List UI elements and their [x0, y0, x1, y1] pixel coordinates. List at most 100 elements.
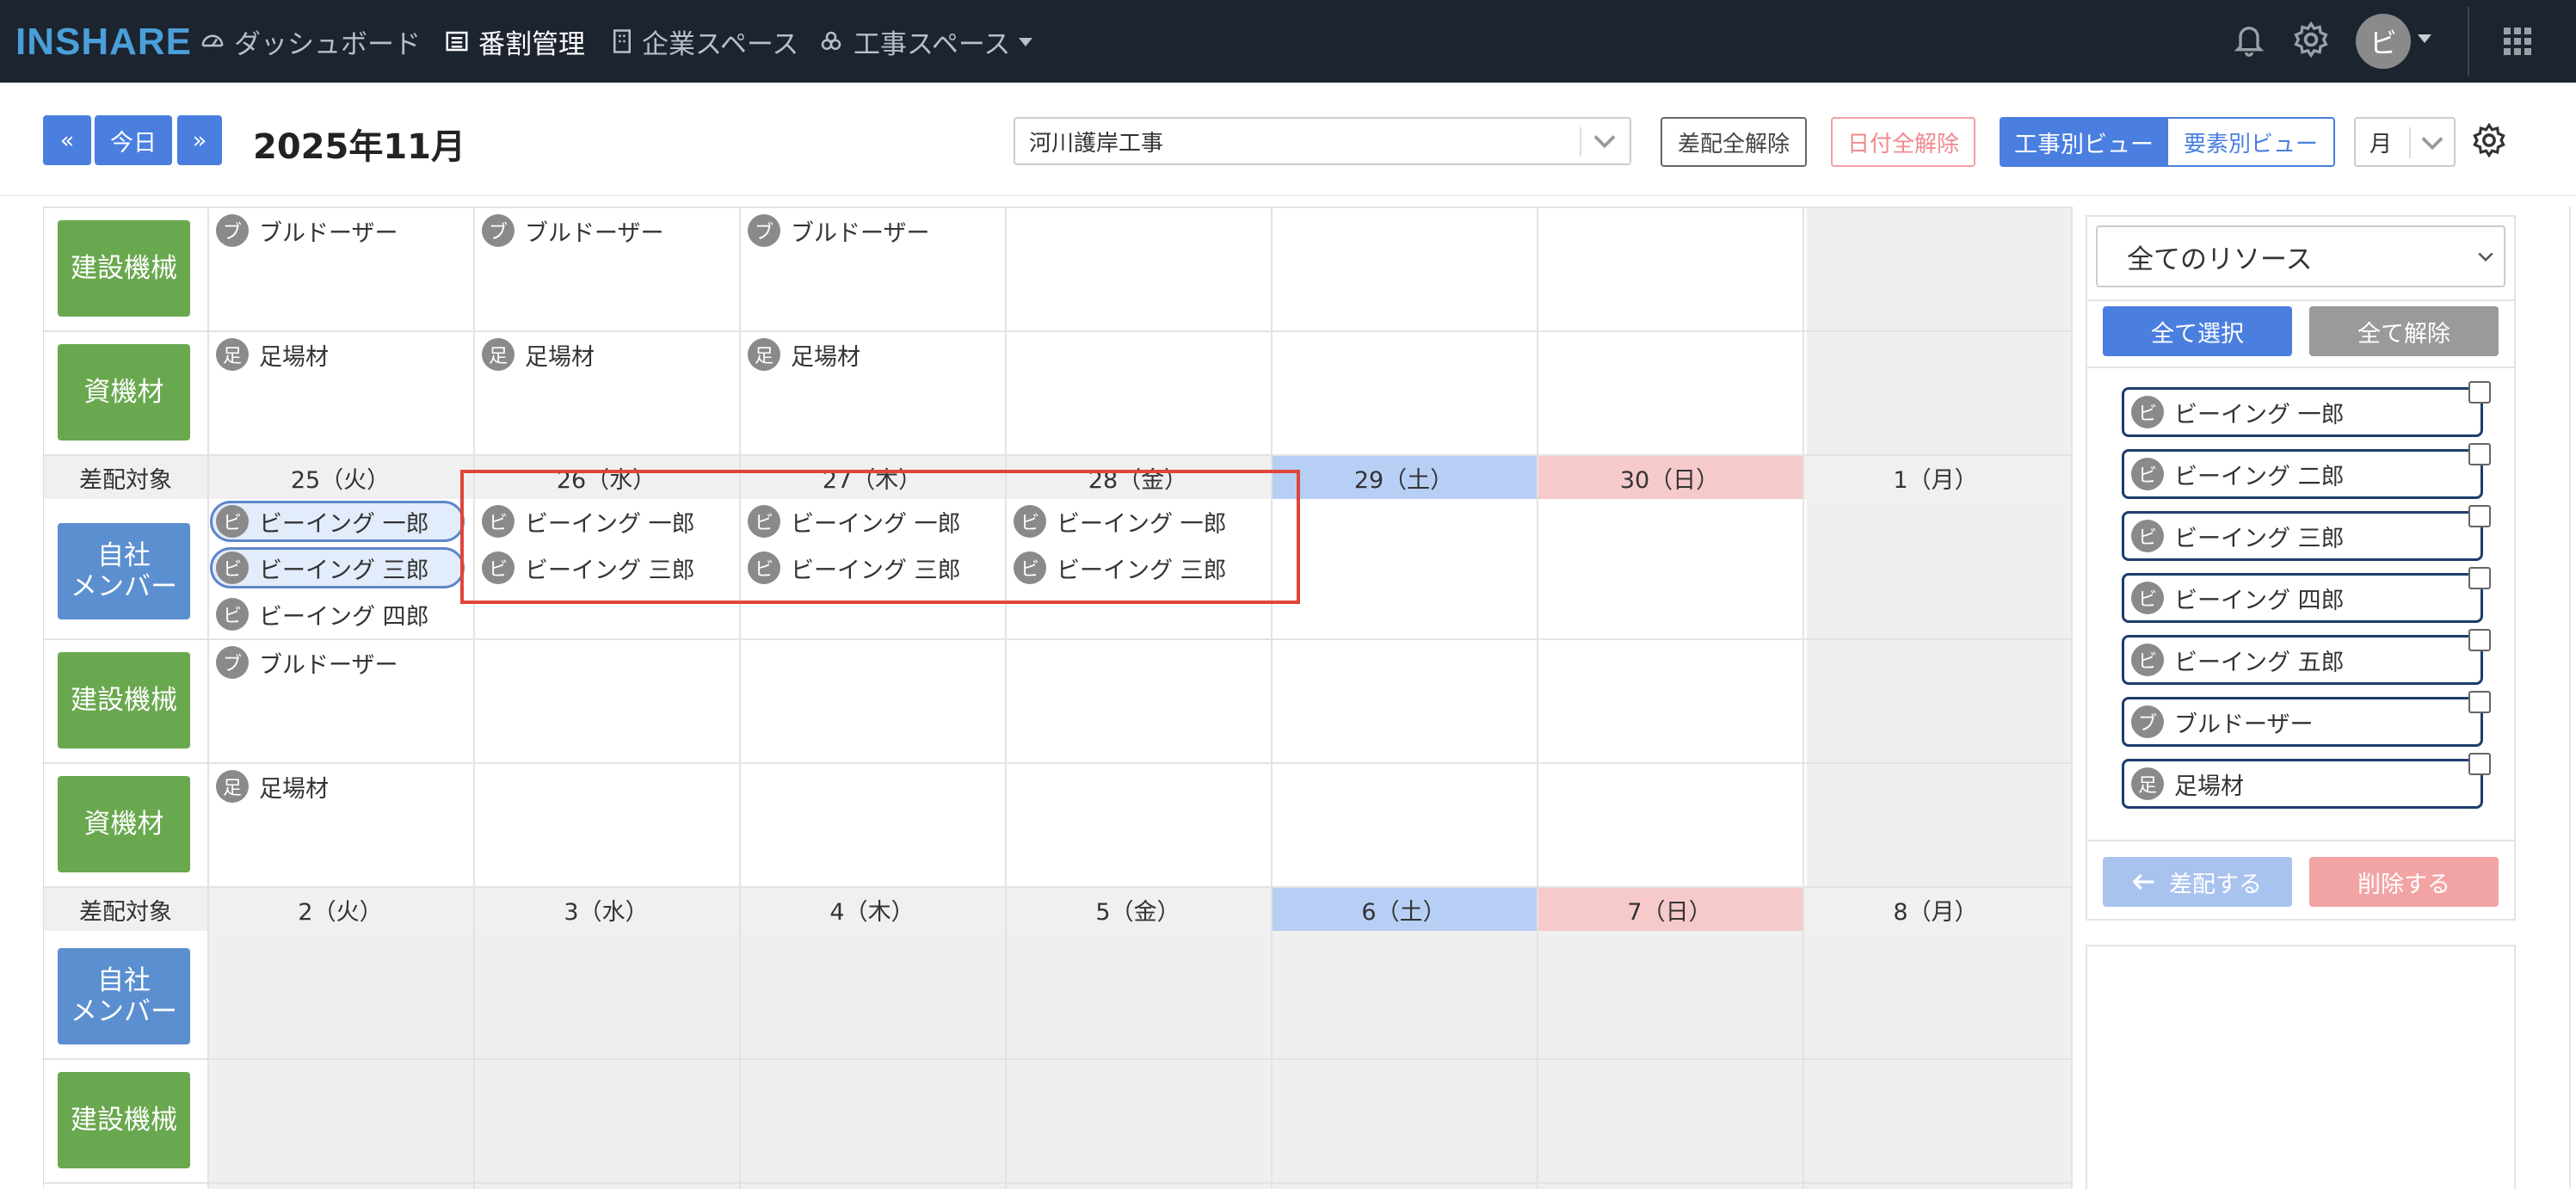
resource-chip[interactable]: ブブルドーザー [216, 642, 397, 683]
calendar-grid: 差配対象 25（火） 26（水） 27（木） 28（金） 29（土） 30（日）… [43, 206, 2073, 1189]
row-label-members: 自社 メンバー [58, 523, 190, 619]
today-button[interactable]: 今日 [95, 115, 172, 165]
resource-chip[interactable]: 足足場材 [216, 766, 329, 807]
grid-line [1271, 206, 1273, 1189]
grid-line [1005, 206, 1007, 1189]
resource-item-label: ビーイング 五郎 [2174, 649, 2345, 676]
inactive-column-bg [1807, 499, 2073, 886]
resource-chip[interactable]: 足足場材 [482, 334, 595, 375]
dashboard-icon [201, 34, 224, 47]
select-divider [1580, 127, 1581, 157]
resource-chip[interactable]: ブブルドーザー [748, 210, 929, 251]
chip-label: 足場材 [259, 343, 329, 371]
nav-shift-management-label: 番割管理 [478, 28, 585, 60]
nav-dashboard[interactable]: ダッシュボード [200, 22, 421, 60]
period-select[interactable]: 月 [2354, 117, 2456, 167]
resource-item[interactable]: ビビーイング 三郎 [2122, 505, 2491, 561]
resource-item[interactable]: ビビーイング 五郎 [2122, 629, 2491, 685]
date-cell[interactable]: 1（月） [1803, 456, 2068, 499]
chip-label: 足場材 [259, 775, 329, 803]
project-view-toggle[interactable]: 工事別ビュー [2000, 117, 2168, 167]
chip-avatar: 足 [216, 770, 249, 803]
assign-button[interactable]: 差配する [2103, 857, 2292, 907]
prev-month-button[interactable]: « [43, 115, 91, 165]
grid-line [1537, 206, 1538, 1189]
resource-chip[interactable]: ブブルドーザー [482, 210, 663, 251]
delete-button[interactable]: 削除する [2309, 857, 2499, 907]
date-cell[interactable]: 25（火） [207, 456, 473, 499]
resource-item[interactable]: ビビーイング 二郎 [2122, 443, 2491, 499]
member-chip[interactable]: ビビーイング 四郎 [216, 594, 429, 635]
resource-item[interactable]: ビビーイング 一郎 [2122, 381, 2491, 437]
chip-avatar: ビ [2131, 396, 2164, 428]
arrow-left-icon [2133, 873, 2154, 890]
resource-filter-select[interactable]: 全てのリソース [2096, 225, 2505, 287]
resource-item[interactable]: ビビーイング 四郎 [2122, 567, 2491, 623]
resource-checkbox[interactable] [2468, 443, 2491, 465]
cubes-icon [821, 31, 841, 50]
grid-line [207, 206, 209, 1189]
chip-avatar: ビ [2131, 458, 2164, 490]
resource-checkbox[interactable] [2468, 753, 2491, 775]
settings-gear-icon[interactable] [2292, 21, 2330, 59]
date-cell[interactable]: 4（木） [739, 888, 1005, 931]
user-avatar[interactable]: ビ [2356, 14, 2411, 69]
date-cell[interactable]: 2（火） [207, 888, 473, 931]
date-cell[interactable]: 3（水） [473, 888, 739, 931]
chip-label: ビーイング 三郎 [259, 557, 429, 584]
chip-avatar: ブ [482, 214, 515, 247]
row-label-members-line1: 自社 [97, 540, 151, 571]
resource-item[interactable]: 足足場材 [2122, 753, 2491, 809]
nav-project-space[interactable]: 工事スペース [817, 22, 1043, 60]
resource-checkbox[interactable] [2468, 505, 2491, 527]
nav-company-space[interactable]: 企業スペース [611, 22, 798, 60]
date-cell[interactable]: 5（金） [1005, 888, 1271, 931]
next-month-button[interactable]: » [177, 115, 222, 165]
chip-avatar: ブ [216, 214, 249, 247]
date-cell-sunday[interactable]: 30（日） [1537, 456, 1803, 499]
panel-divider [2087, 840, 2514, 841]
calendar-settings-gear-icon[interactable] [2471, 122, 2507, 158]
deselect-all-button[interactable]: 全て解除 [2309, 306, 2499, 356]
row-label-members-line1: 自社 [97, 965, 151, 996]
resource-checkbox[interactable] [2468, 567, 2491, 589]
member-chip-selected[interactable]: ビビーイング 一郎 [210, 501, 465, 542]
project-select[interactable]: 河川護岸工事 [1014, 117, 1631, 165]
date-cell-saturday[interactable]: 6（土） [1271, 888, 1537, 931]
period-select-value: 月 [2370, 131, 2393, 157]
date-cell[interactable]: 8（月） [1803, 888, 2068, 931]
resource-item[interactable]: ブブルドーザー [2122, 691, 2491, 747]
nav-shift-management[interactable]: 番割管理 [444, 22, 585, 60]
resource-filter-value: 全てのリソース [2127, 243, 2313, 275]
element-view-toggle[interactable]: 要素別ビュー [2166, 117, 2335, 167]
bell-icon[interactable] [2232, 21, 2266, 59]
resource-item-label: 足場材 [2174, 773, 2244, 800]
clear-all-assignments-button[interactable]: 差配全解除 [1661, 117, 1807, 167]
calendar-toolbar: « 今日 » 2025年11月 河川護岸工事 差配全解除 日付全解除 工事別ビュ… [0, 83, 2576, 196]
select-all-button[interactable]: 全て選択 [2103, 306, 2292, 356]
clear-all-dates-button[interactable]: 日付全解除 [1831, 117, 1975, 167]
resource-checkbox[interactable] [2468, 629, 2491, 651]
date-row-label: 差配対象 [79, 466, 172, 494]
date-cell-saturday[interactable]: 29（土） [1271, 456, 1537, 499]
chip-avatar: ブ [216, 646, 249, 679]
resource-checkbox[interactable] [2468, 691, 2491, 713]
grid-line [44, 330, 2073, 332]
drag-selection-box [460, 470, 1300, 604]
resource-chip[interactable]: 足足場材 [748, 334, 860, 375]
page-scrollbar[interactable] [2569, 206, 2571, 1189]
resource-chip[interactable]: 足足場材 [216, 334, 329, 375]
apps-grid-icon[interactable] [2502, 26, 2533, 57]
grid-line [44, 1058, 2073, 1060]
chip-avatar: 足 [748, 338, 780, 371]
resource-chip[interactable]: ブブルドーザー [216, 210, 397, 251]
date-row-label: 差配対象 [79, 898, 172, 926]
resource-checkbox[interactable] [2468, 381, 2491, 404]
caret-down-icon[interactable] [2416, 33, 2433, 46]
nav-project-space-label: 工事スペース [854, 28, 1011, 60]
app-logo[interactable]: INSHARE [15, 21, 192, 63]
row-label-construction-machine: 建設機械 [58, 220, 190, 317]
date-cell-sunday[interactable]: 7（日） [1537, 888, 1803, 931]
resource-item-label: ビーイング 四郎 [2174, 587, 2345, 614]
member-chip-selected[interactable]: ビビーイング 三郎 [210, 547, 465, 588]
